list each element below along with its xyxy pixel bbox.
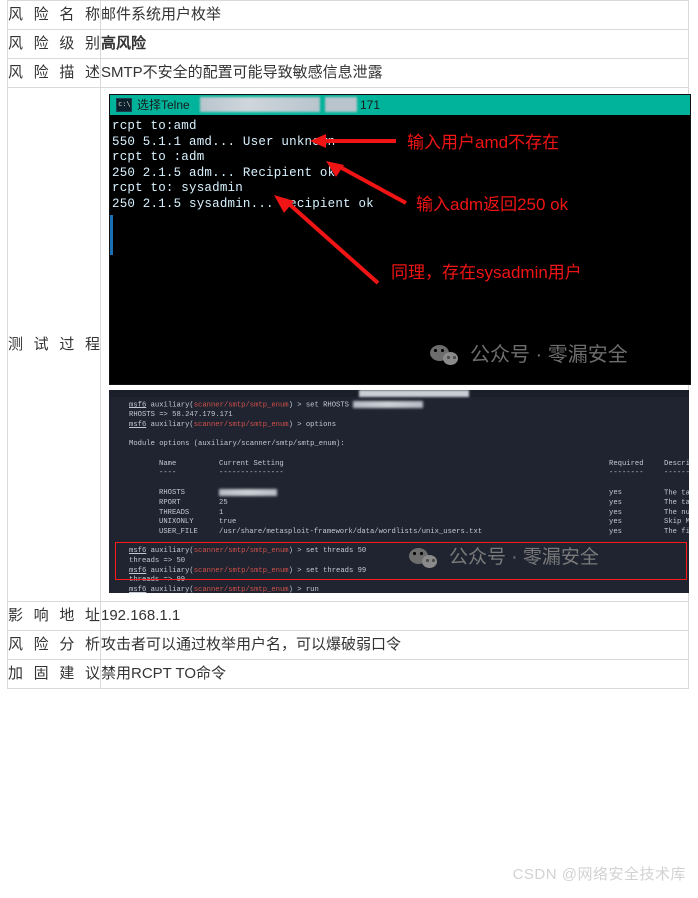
- wechat-watermark-text: 公众号 · 零漏安全: [470, 344, 628, 366]
- table-row: 风 险 级 别 高风险: [7, 29, 689, 59]
- row-value-risk-name: 邮件系统用户枚举: [100, 0, 689, 30]
- row-label-risk-level: 风 险 级 别: [7, 29, 101, 59]
- msf-line: msf6 auxiliary(scanner/smtp/smtp_enum) >…: [129, 547, 367, 556]
- redaction-block: [359, 390, 469, 397]
- row-label-hardening-advice: 加 固 建 议: [7, 659, 101, 689]
- telnet-title-suffix: 171: [360, 98, 381, 112]
- annotation-label-1: 输入用户amd不存在: [407, 133, 560, 152]
- redaction-block: [353, 401, 424, 408]
- wechat-icon: [409, 546, 439, 570]
- msf-line: threads => 99: [129, 576, 186, 585]
- wechat-watermark: 公众号 · 零漏安全: [430, 343, 628, 367]
- row-value-risk-analysis: 攻击者可以通过枚举用户名，可以爆破弱口令: [100, 630, 689, 660]
- msf-option-row: RHOSTSyesThe target host(s), range CIDR …: [159, 488, 689, 498]
- wechat-watermark: 公众号 · 零漏安全: [409, 546, 599, 570]
- table-row: 风 险 名 称 邮件系统用户枚举: [7, 0, 689, 30]
- row-label-risk-analysis: 风 险 分 析: [7, 630, 101, 660]
- row-value-risk-description: SMTP不安全的配置可能导致敏感信息泄露: [100, 58, 689, 88]
- row-label-risk-name: 风 险 名 称: [7, 0, 101, 30]
- telnet-window-screenshot: 选择Telne 171 rcpt to:amd 550 5.1.1 amd...…: [109, 94, 691, 385]
- row-label-test-process: 测 试 过 程: [7, 87, 101, 602]
- msf-options-header: NameCurrent SettingRequiredDescription: [159, 459, 689, 468]
- table-row: 影 响 地 址 192.168.1.1: [7, 601, 689, 631]
- table-row: 测 试 过 程 选择Telne 171 rcpt to:amd 550 5: [7, 87, 691, 602]
- row-value-risk-level: 高风险: [100, 29, 689, 59]
- annotation-label-3: 同理，存在sysadmin用户: [391, 263, 582, 282]
- table-row: 风 险 分 析 攻击者可以通过枚举用户名，可以爆破弱口令: [7, 630, 689, 660]
- msf-option-row: USER_FILE/usr/share/metasploit-framework…: [159, 527, 689, 536]
- msf-line: msf6 auxiliary(scanner/smtp/smtp_enum) >…: [129, 566, 367, 575]
- row-label-risk-description: 风 险 描 述: [7, 58, 101, 88]
- msf-line: msf6 auxiliary(scanner/smtp/smtp_enum) >…: [129, 586, 319, 593]
- table-row: 加 固 建 议 禁用RCPT TO命令: [7, 659, 689, 689]
- msf-option-row: RPORT25yesThe target port (TCP): [159, 498, 689, 507]
- wechat-watermark-text: 公众号 · 零漏安全: [449, 547, 599, 568]
- annotation-label-2: 输入adm返回250 ok: [416, 195, 569, 214]
- report-body: 风 险 名 称 邮件系统用户枚举 风 险 级 别 高风险 风 险 描 述 SMT…: [7, 0, 691, 689]
- risk-report-table: 风 险 名 称 邮件系统用户枚举 风 险 级 别 高风险 风 险 描 述 SMT…: [7, 0, 691, 689]
- annotation-arrow-1: [310, 134, 396, 148]
- msf-line: Module options (auxiliary/scanner/smtp/s…: [129, 440, 345, 449]
- row-value-affected-address: 192.168.1.1: [100, 601, 689, 631]
- msf-line: msf6 auxiliary(scanner/smtp/smtp_enum) >…: [109, 401, 689, 411]
- telnet-titlebar: 选择Telne 171: [110, 95, 690, 115]
- cmd-prompt-icon: [116, 98, 132, 112]
- table-row: 风 险 描 述 SMTP不安全的配置可能导致敏感信息泄露: [7, 58, 689, 88]
- msf-option-row: UNIXONLYtrueyesSkip Microsoft bannered s…: [159, 518, 689, 527]
- csdn-watermark: CSDN @网络安全技术库: [512, 866, 686, 883]
- annotation-arrow-3: [274, 195, 380, 285]
- scrollbar-remnant: [110, 215, 113, 255]
- row-value-test-process: 选择Telne 171 rcpt to:amd 550 5.1.1 amd...…: [100, 87, 691, 602]
- row-label-affected-address: 影 响 地 址: [7, 601, 101, 631]
- redaction-block: [325, 97, 357, 112]
- msf-option-row: THREADS1yesThe number of concurrent thre…: [159, 508, 689, 517]
- redaction-block: [219, 488, 277, 496]
- telnet-console: rcpt to:amd 550 5.1.1 amd... User unknow…: [110, 115, 690, 384]
- msf-line: threads => 50: [129, 557, 186, 566]
- msf-line: msf6 auxiliary(scanner/smtp/smtp_enum) >…: [129, 420, 337, 429]
- msf-line: RHOSTS => 58.247.179.171: [129, 411, 233, 420]
- redaction-block: [200, 97, 320, 112]
- msf-titlebar: [109, 390, 689, 397]
- metasploit-terminal-screenshot: msf6 auxiliary(scanner/smtp/smtp_enum) >…: [109, 390, 689, 593]
- row-value-hardening-advice: 禁用RCPT TO命令: [100, 659, 689, 689]
- telnet-title: 选择Telne: [137, 98, 190, 112]
- wechat-icon: [430, 343, 460, 367]
